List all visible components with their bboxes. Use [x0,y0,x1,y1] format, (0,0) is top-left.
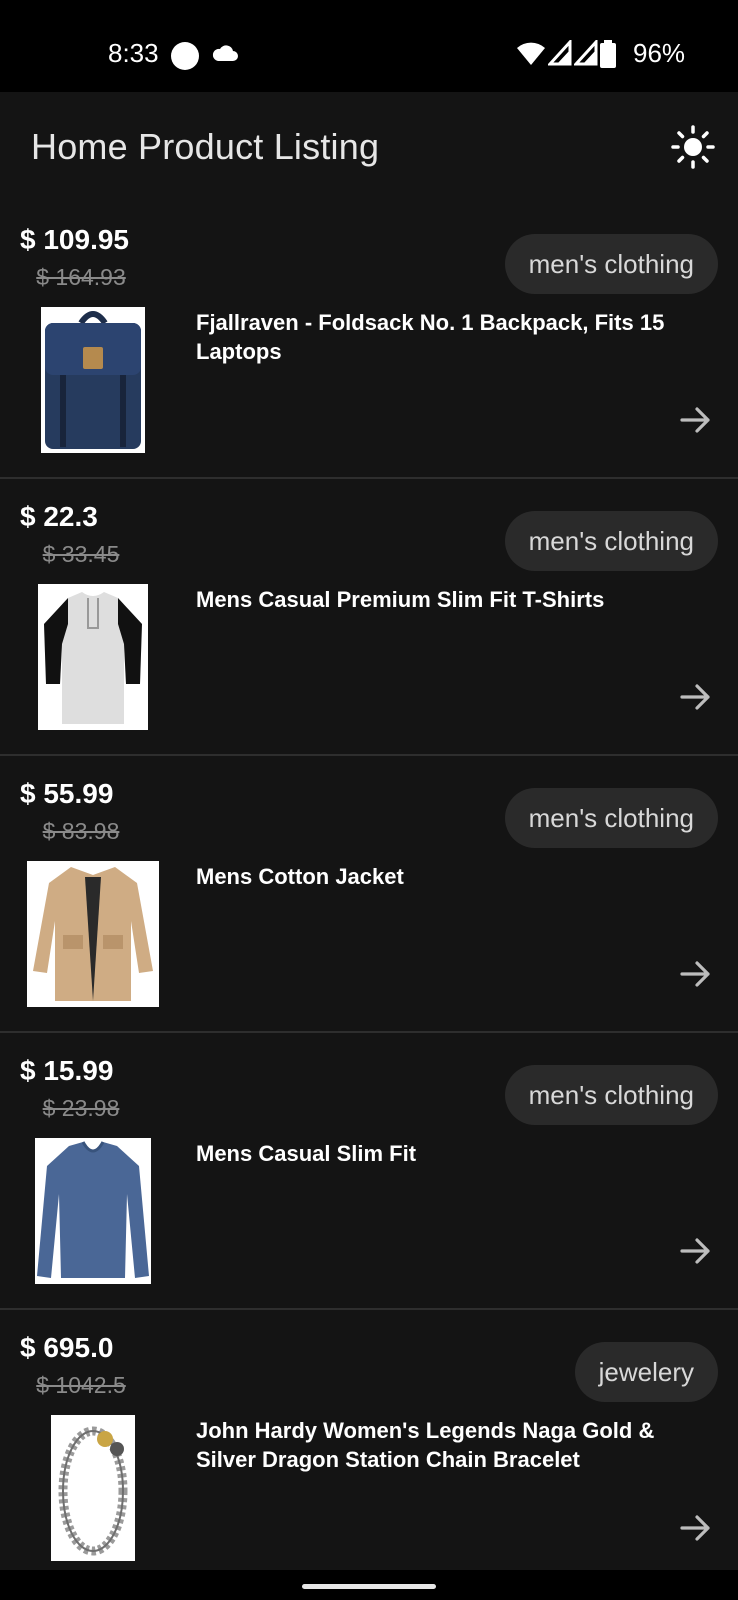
signal-icon [548,40,572,66]
product-price: $ 22.3 [20,501,98,532]
product-title: Mens Cotton Jacket [196,864,404,889]
home-gesture-handle[interactable] [302,1584,436,1589]
status-bar: 8:33 96% [0,0,738,92]
theme-toggle-button[interactable] [668,122,718,172]
arrow-right-icon [680,407,710,433]
product-price: $ 55.99 [20,778,114,809]
product-image [20,583,166,731]
product-title: Fjallraven - Foldsack No. 1 Backpack, Fi… [196,310,665,364]
product-image [20,1414,166,1562]
product-title: Mens Casual Premium Slim Fit T-Shirts [196,587,605,612]
bracelet-image [51,1415,135,1561]
product-list: $ 109.95 $ 164.93 men's clothing Fjallra… [0,202,738,1570]
product-image [20,1137,166,1285]
product-image [20,860,166,1008]
open-product-button[interactable] [676,954,716,994]
tshirt-image [38,584,148,730]
product-title: John Hardy Women's Legends Naga Gold & S… [196,1418,655,1472]
product-old-price: $ 23.98 [42,1095,120,1121]
battery-percentage: 96% [633,38,686,68]
product-price: $ 695.0 [20,1332,114,1363]
product-price: $ 109.95 [20,224,129,255]
category-chip[interactable]: jewelery [574,1342,718,1402]
product-old-price: $ 33.45 [42,541,120,567]
product-old-price: $ 164.93 [36,264,126,290]
arrow-right-icon [680,684,710,710]
product-card[interactable]: $ 109.95 $ 164.93 men's clothing Fjallra… [0,202,738,479]
jacket-image [27,861,159,1007]
product-price: $ 15.99 [20,1055,114,1086]
open-product-button[interactable] [676,1231,716,1271]
arrow-right-icon [680,1238,710,1264]
product-card[interactable]: $ 15.99 $ 23.98 men's clothing Mens Casu… [0,1033,738,1310]
open-product-button[interactable] [676,677,716,717]
page-title: Home Product Listing [31,126,380,167]
wifi-icon [517,42,545,65]
product-card[interactable]: $ 22.3 $ 33.45 men's clothing Mens Casua… [0,479,738,756]
open-product-button[interactable] [676,1508,716,1548]
sun-icon [671,125,715,169]
cloud-icon [212,44,238,67]
status-time: 8:33 [108,38,159,68]
notification-dot-icon [171,42,199,70]
category-chip[interactable]: men's clothing [504,234,718,294]
app-bar: Home Product Listing [0,92,738,202]
system-nav-bar [0,1570,738,1600]
arrow-right-icon [680,1515,710,1541]
product-card[interactable]: $ 55.99 $ 83.98 men's clothing Mens Cott… [0,756,738,1033]
product-title: Mens Casual Slim Fit [196,1141,417,1166]
open-product-button[interactable] [676,400,716,440]
product-old-price: $ 83.98 [42,818,120,844]
product-image [20,306,166,454]
category-chip[interactable]: men's clothing [504,511,718,571]
category-chip[interactable]: men's clothing [504,1065,718,1125]
longsleeve-image [35,1138,151,1284]
backpack-image [41,307,145,453]
product-old-price: $ 1042.5 [36,1372,126,1398]
signal-icon [574,40,598,66]
category-chip[interactable]: men's clothing [504,788,718,848]
product-card[interactable]: $ 695.0 $ 1042.5 jewelery John Hardy Wom… [0,1310,738,1570]
battery-icon [600,40,616,68]
arrow-right-icon [680,961,710,987]
app-screen: Home Product Listing $ 109.95 $ 164.93 m… [0,92,738,1570]
